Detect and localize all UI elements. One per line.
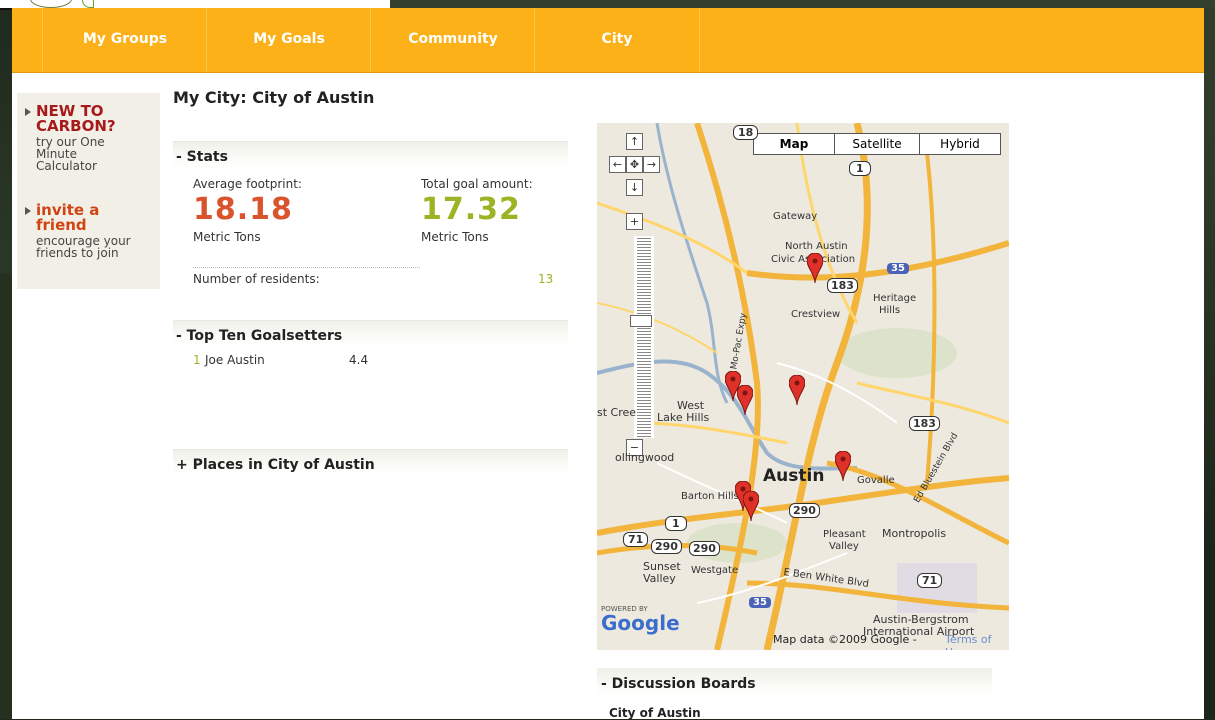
- total-goal-unit: Metric Tons: [421, 230, 489, 244]
- goalsetter-rank: 1: [193, 353, 201, 367]
- new-to-carbon-title[interactable]: NEW TO CARBON?: [25, 104, 146, 134]
- map-type-map[interactable]: Map: [753, 133, 835, 155]
- map-label-pleasant-valley: Valley: [829, 541, 859, 552]
- route-shield-290-c: 290: [689, 541, 720, 556]
- main-nav: My Groups My Goals Community City: [12, 8, 1204, 73]
- nav-community[interactable]: Community: [370, 8, 535, 72]
- map-label-gateway: Gateway: [773, 211, 818, 222]
- route-shield-183-north: 183: [827, 278, 858, 293]
- panel-edge: [0, 273, 12, 719]
- new-to-carbon-promo[interactable]: NEW TO CARBON? try our One Minute Calcul…: [25, 104, 157, 172]
- map-pin-icon[interactable]: [743, 491, 759, 521]
- map-label-westgate: Westgate: [691, 565, 739, 576]
- new-to-carbon-subtitle: try our One Minute Calculator: [36, 135, 105, 173]
- nav-my-goals[interactable]: My Goals: [206, 8, 371, 72]
- route-shield-1-south: 1: [665, 516, 687, 531]
- city-map[interactable]: Map Satellite Hybrid ↑ ← ✥ → ↓ + − Gatew…: [597, 123, 1009, 650]
- goalsetters-section-header[interactable]: - Top Ten Goalsetters: [173, 320, 568, 347]
- stats-heading: - Stats: [176, 149, 228, 165]
- map-type-hybrid[interactable]: Hybrid: [919, 133, 1001, 155]
- invite-friend-subtitle: encourage your friends to join: [36, 234, 131, 260]
- invite-friend-title[interactable]: invite a friend: [25, 203, 126, 233]
- sidebar: NEW TO CARBON? try our One Minute Calcul…: [17, 93, 160, 289]
- map-label-rollingwood: ollingwood: [615, 451, 675, 464]
- avg-footprint-unit: Metric Tons: [193, 230, 261, 244]
- google-logo[interactable]: Google: [601, 611, 680, 635]
- residents-value: 13: [538, 272, 554, 286]
- stats-divider: [193, 267, 420, 268]
- pan-down-icon[interactable]: ↓: [626, 179, 643, 196]
- pan-up-icon[interactable]: ↑: [626, 133, 643, 150]
- map-label-barton: Barton Hills: [681, 491, 739, 502]
- route-shield-290-b: 290: [651, 539, 682, 554]
- map-pin-icon[interactable]: [737, 385, 753, 415]
- map-label-north-austin: North Austin: [785, 241, 848, 252]
- stats-section-header[interactable]: - Stats: [173, 141, 568, 168]
- leaf-icon: [82, 0, 94, 8]
- map-label-hills: Hills: [879, 305, 901, 316]
- logo-emblem-icon: [30, 0, 72, 8]
- map-label-pleasant: Pleasant: [823, 529, 866, 540]
- pan-right-icon[interactable]: →: [643, 156, 660, 173]
- goalsetters-heading: - Top Ten Goalsetters: [176, 328, 343, 344]
- route-shield-18: 18: [733, 125, 759, 140]
- route-shield-35-north: 35: [887, 263, 909, 274]
- goalsetter-value: 4.4: [349, 353, 369, 367]
- avg-footprint-label: Average footprint:: [193, 177, 302, 191]
- nav-my-groups[interactable]: My Groups: [42, 8, 207, 72]
- route-shield-1-north: 1: [849, 161, 871, 176]
- map-data-attribution: Map data ©2009 Google -: [773, 633, 917, 646]
- discussion-board-link[interactable]: City of Austin: [609, 706, 701, 720]
- route-shield-183-east: 183: [909, 416, 940, 431]
- goalsetter-name[interactable]: Joe Austin: [205, 353, 265, 367]
- page-title: My City: City of Austin: [173, 88, 375, 107]
- total-goal-label: Total goal amount:: [421, 177, 533, 191]
- nav-city[interactable]: City: [534, 8, 700, 72]
- map-pin-icon[interactable]: [789, 375, 805, 405]
- places-section-header[interactable]: + Places in City of Austin: [173, 449, 568, 476]
- route-shield-35-south: 35: [749, 597, 771, 608]
- zoom-slider-handle[interactable]: [630, 315, 652, 327]
- map-label-heritage: Heritage: [873, 293, 917, 304]
- pan-center-icon[interactable]: ✥: [626, 156, 643, 173]
- total-goal-value: 17.32: [421, 192, 521, 227]
- zoom-slider[interactable]: [634, 236, 654, 438]
- route-shield-71-west: 71: [623, 532, 649, 547]
- map-label-crestview: Crestview: [791, 309, 841, 320]
- zoom-in-icon[interactable]: +: [626, 213, 643, 230]
- terms-of-use-link[interactable]: Terms of Use: [945, 633, 1009, 650]
- discussion-section-header[interactable]: - Discussion Boards: [597, 668, 992, 696]
- map-label-lake-hills: Lake Hills: [657, 411, 710, 424]
- map-pin-icon[interactable]: [835, 451, 851, 481]
- map-pin-icon[interactable]: [807, 253, 823, 283]
- map-label-govalle: Govalle: [857, 475, 895, 486]
- pan-left-icon[interactable]: ←: [609, 156, 626, 173]
- map-label-austin: Austin: [763, 466, 825, 486]
- residents-label: Number of residents:: [193, 272, 320, 286]
- discussion-heading: - Discussion Boards: [601, 676, 756, 692]
- invite-friend-promo[interactable]: invite a friend encourage your friends t…: [25, 203, 157, 259]
- avg-footprint-value: 18.18: [193, 192, 293, 227]
- route-shield-290-a: 290: [789, 503, 820, 518]
- route-shield-71-east: 71: [917, 573, 943, 588]
- map-label-creek: st Cree: [597, 406, 637, 419]
- places-heading: + Places in City of Austin: [176, 457, 375, 473]
- map-label-montropolis: Montropolis: [882, 527, 947, 540]
- map-type-satellite[interactable]: Satellite: [834, 133, 920, 155]
- map-label-sunset-valley: Valley: [643, 572, 676, 585]
